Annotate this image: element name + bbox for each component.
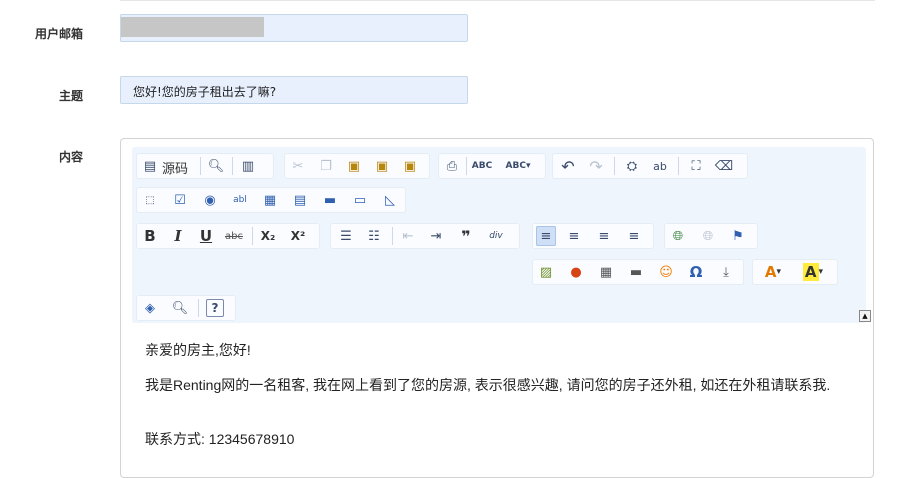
textfield-icon[interactable]: abl (230, 190, 250, 210)
italic-icon[interactable]: I (168, 226, 188, 246)
table-icon[interactable]: ▦ (596, 262, 616, 282)
rich-text-editor: ▤ 源码 🔍︎ ▥ ✂ ❐ ▣ ▣ ▣ ⎙ ABC ABC▾ ↶ ↷ ⛭ ab (120, 138, 874, 478)
bulleted-list-icon[interactable]: ☷ (364, 226, 384, 246)
align-center-icon[interactable]: ≡ (564, 226, 584, 246)
textarea-icon[interactable]: ▦ (260, 190, 280, 210)
find-icon[interactable]: ⛭ (622, 156, 642, 176)
toolbar-group-insert: ▨ ● ▦ ▬ ☺ Ω ⤓ (532, 259, 744, 285)
underline-icon[interactable]: U (196, 226, 216, 246)
toolbar-group-colors: A ▾ A ▾ (752, 259, 838, 285)
link-icon[interactable]: 🌐︎ (668, 226, 688, 246)
templates-icon[interactable]: ▥ (238, 156, 258, 176)
page-break-icon[interactable]: ⤓ (716, 262, 736, 282)
toolbar-group-align: ≡ ≡ ≡ ≡ (532, 223, 654, 249)
align-justify-icon[interactable]: ≡ (624, 226, 644, 246)
print-icon[interactable]: ⎙ (442, 156, 462, 176)
strike-icon[interactable]: abc (224, 226, 244, 246)
bold-icon[interactable]: B (140, 226, 160, 246)
blockquote-icon[interactable]: ❞ (456, 226, 476, 246)
undo-icon[interactable]: ↶ (558, 156, 578, 176)
unlink-icon[interactable]: 🌐︎ (698, 226, 718, 246)
email-redaction (121, 17, 264, 37)
bg-color-icon[interactable]: A ▾ (796, 262, 830, 282)
horizontal-rule-icon[interactable]: ▬ (626, 262, 646, 282)
radio-icon[interactable]: ◉ (200, 190, 220, 210)
subject-field[interactable]: 您好!您的房子租出去了嘛? (120, 76, 468, 104)
about-icon[interactable]: ? (206, 299, 224, 317)
paste-text-icon[interactable]: ▣ (372, 156, 392, 176)
superscript-icon[interactable]: X² (288, 226, 308, 246)
editor-toolbar: ▤ 源码 🔍︎ ▥ ✂ ❐ ▣ ▣ ▣ ⎙ ABC ABC▾ ↶ ↷ ⛭ ab (132, 147, 871, 323)
redo-icon[interactable]: ↷ (586, 156, 606, 176)
show-blocks-icon[interactable]: 🔍︎ (170, 298, 190, 318)
toolbar-group-document: ▤ 源码 🔍︎ ▥ (136, 153, 274, 179)
indent-icon[interactable]: ⇥ (426, 226, 446, 246)
image-icon[interactable]: ▨ (536, 262, 556, 282)
align-left-icon[interactable]: ≡ (536, 226, 556, 246)
toolbar-collapse-button[interactable]: ▲ (859, 310, 871, 322)
replace-icon[interactable]: ab (650, 156, 670, 176)
subject-value: 您好!您的房子租出去了嘛? (133, 85, 277, 99)
toolbar-group-editing: ⎙ ABC ABC▾ (438, 153, 546, 179)
paste-icon[interactable]: ▣ (344, 156, 364, 176)
checkbox-icon[interactable]: ☑ (170, 190, 190, 210)
spellcheck-dropdown-icon[interactable]: ABC▾ (500, 156, 536, 176)
email-label: 用户邮箱 (34, 27, 83, 41)
flash-icon[interactable]: ● (566, 262, 586, 282)
image-button-icon[interactable]: ▭ (350, 190, 370, 210)
subject-label: 主题 (58, 89, 83, 103)
content-body: 我是Renting网的一名租客, 我在网上看到了您的房源, 表示很感兴趣, 请问… (145, 377, 831, 393)
content-greeting: 亲爱的房主,您好! (145, 342, 251, 358)
editor-content-area[interactable]: 亲爱的房主,您好! 我是Renting网的一名租客, 我在网上看到了您的房源, … (132, 323, 862, 477)
outdent-icon[interactable]: ⇤ (398, 226, 418, 246)
email-field[interactable] (120, 14, 468, 42)
hidden-field-icon[interactable]: ◺ (380, 190, 400, 210)
content-contact: 联系方式: 12345678910 (145, 431, 295, 447)
top-divider (120, 0, 875, 1)
source-doc-icon[interactable]: ▤ (140, 156, 160, 176)
toolbar-group-tools: ◈ 🔍︎ ? (136, 295, 236, 321)
form-icon[interactable]: ⬚ (140, 190, 160, 210)
div-icon[interactable]: div (486, 226, 506, 246)
toolbar-group-basicstyles: B I U abc X₂ X² (136, 223, 320, 249)
toolbar-group-paragraph: ☰ ☷ ⇤ ⇥ ❞ div (330, 223, 520, 249)
toolbar-group-clipboard: ✂ ❐ ▣ ▣ ▣ (284, 153, 430, 179)
select-icon[interactable]: ▤ (290, 190, 310, 210)
numbered-list-icon[interactable]: ☰ (336, 226, 356, 246)
toolbar-group-links: 🌐︎ 🌐︎ ⚑ (664, 223, 758, 249)
subscript-icon[interactable]: X₂ (258, 226, 278, 246)
preview-icon[interactable]: 🔍︎ (206, 156, 226, 176)
text-color-icon[interactable]: A ▾ (756, 262, 790, 282)
copy-icon[interactable]: ❐ (316, 156, 336, 176)
align-right-icon[interactable]: ≡ (594, 226, 614, 246)
toolbar-group-forms: ⬚ ☑ ◉ abl ▦ ▤ ▬ ▭ ◺ (136, 187, 406, 213)
content-label: 内容 (58, 150, 83, 164)
anchor-icon[interactable]: ⚑ (728, 226, 748, 246)
spellcheck-icon[interactable]: ABC (472, 156, 492, 176)
paste-word-icon[interactable]: ▣ (400, 156, 420, 176)
maximize-icon[interactable]: ◈ (140, 298, 160, 318)
smiley-icon[interactable]: ☺ (656, 262, 676, 282)
remove-format-icon[interactable]: ⌫ (714, 156, 734, 176)
select-all-icon[interactable]: ⛶ (686, 156, 706, 176)
source-button-label[interactable]: 源码 (162, 158, 188, 177)
cut-icon[interactable]: ✂ (288, 156, 308, 176)
toolbar-group-undo-find: ↶ ↷ ⛭ ab ⛶ ⌫ (552, 153, 748, 179)
button-icon[interactable]: ▬ (320, 190, 340, 210)
special-char-icon[interactable]: Ω (686, 262, 706, 282)
